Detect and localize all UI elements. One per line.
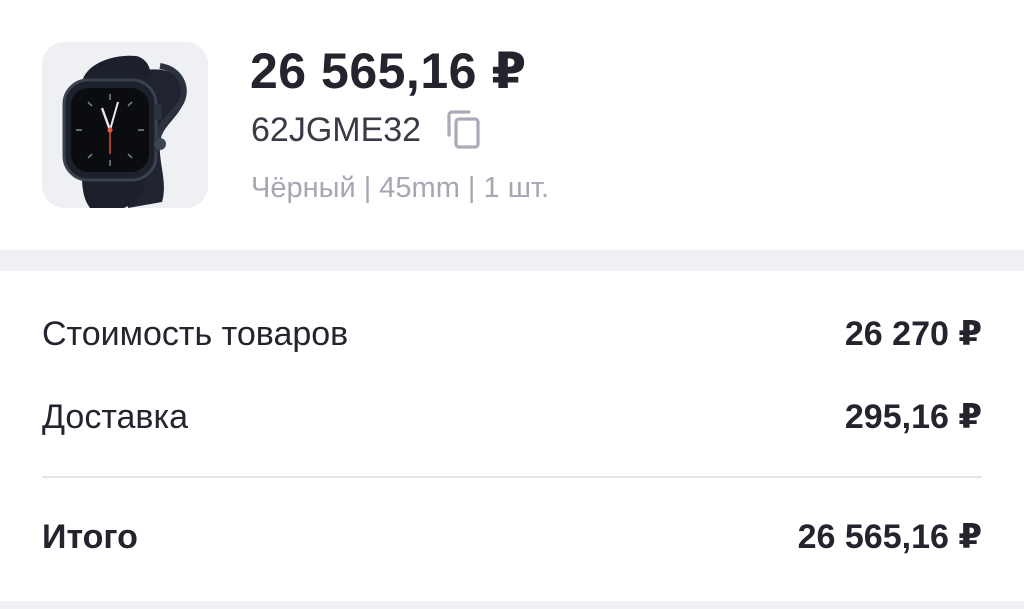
delivery-value: 295,16 ₽ [844,398,982,436]
bottom-divider [0,601,1024,609]
total-label: Итого [42,517,138,556]
product-card: 26 565,16 ₽ 62JGME32 Чёрный | 45mm | 1 ш… [0,0,1024,250]
copy-icon[interactable] [443,109,483,151]
goods-cost-row: Стоимость товаров 26 270 ₽ [42,309,982,359]
smartwatch-icon [62,55,187,208]
delivery-row: Доставка 295,16 ₽ [42,392,982,442]
order-summary: Стоимость товаров 26 270 ₽ Доставка 295,… [0,271,1024,601]
total-value: 26 565,16 ₽ [797,518,982,556]
goods-cost-label: Стоимость товаров [42,314,349,353]
goods-cost-value: 26 270 ₽ [844,315,982,353]
section-divider [0,250,1024,271]
delivery-label: Доставка [42,397,189,436]
product-attributes: Чёрный | 45mm | 1 шт. [251,172,550,204]
product-image[interactable] [42,42,208,208]
product-price: 26 565,16 ₽ [250,43,527,99]
sku-row: 62JGME32 [251,106,483,154]
summary-divider [42,476,982,478]
product-sku: 62JGME32 [251,111,422,149]
total-row: Итого 26 565,16 ₽ [42,512,982,562]
